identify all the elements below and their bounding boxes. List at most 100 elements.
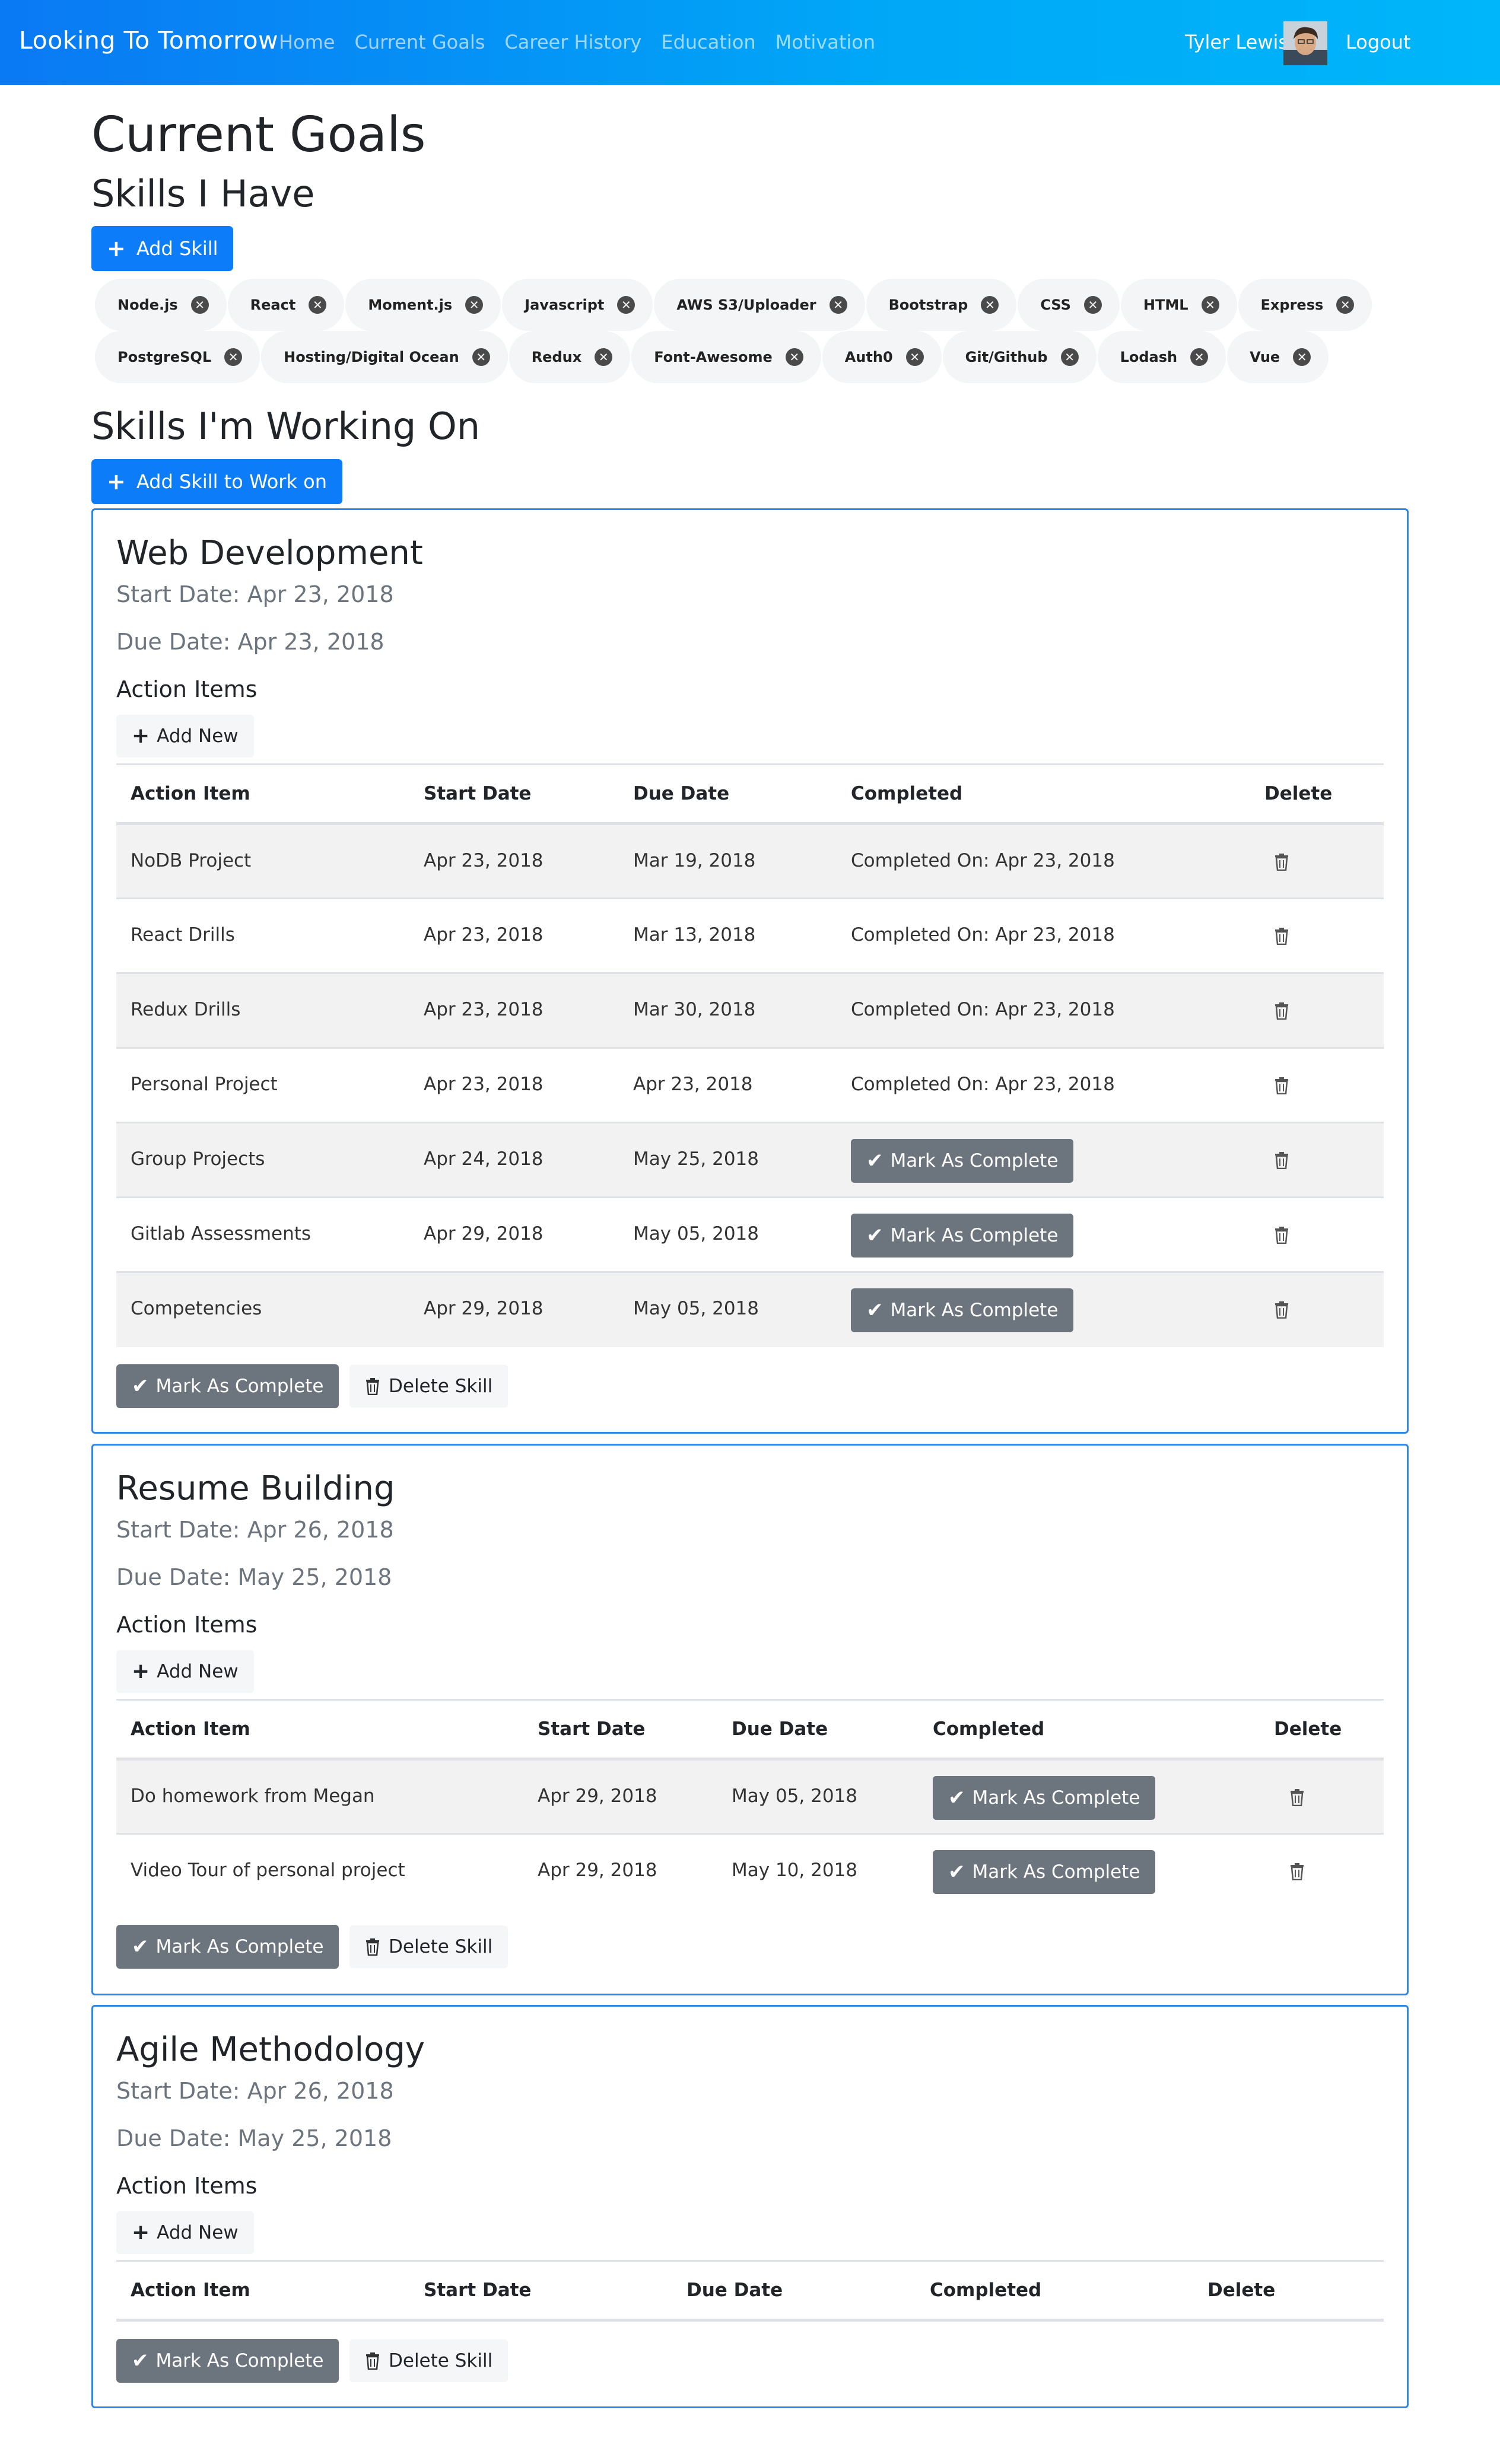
skills-have-heading: Skills I Have xyxy=(91,172,315,215)
mark-skill-complete-button[interactable]: ✔ Mark As Complete xyxy=(116,1925,339,1969)
trash-icon[interactable] xyxy=(1289,1863,1305,1880)
remove-skill-icon[interactable]: ✕ xyxy=(1336,296,1355,314)
skill-chip: Vue ✕ xyxy=(1227,331,1329,383)
remove-skill-icon[interactable]: ✕ xyxy=(981,296,999,314)
nav-link-home[interactable]: Home xyxy=(279,31,335,53)
trash-icon[interactable] xyxy=(1274,1077,1289,1094)
trash-icon[interactable] xyxy=(1274,927,1289,945)
skill-chip-label: AWS S3/Uploader xyxy=(676,297,816,313)
skill-chip-label: Font-Awesome xyxy=(654,349,773,365)
delete-cell xyxy=(1250,1271,1384,1347)
remove-skill-icon[interactable]: ✕ xyxy=(905,348,924,366)
remove-skill-icon[interactable]: ✕ xyxy=(1060,348,1079,366)
skill-start-date: Start Date: Apr 23, 2018 xyxy=(116,581,394,607)
skill-chip: CSS ✕ xyxy=(1018,279,1120,331)
remove-skill-icon[interactable]: ✕ xyxy=(595,348,613,366)
brand-logo-text[interactable]: Looking To Tomorrow xyxy=(19,26,278,55)
add-new-action-item-button[interactable]: + Add New xyxy=(116,2211,254,2254)
trash-icon[interactable] xyxy=(1274,1301,1289,1319)
nav-link-career-history[interactable]: Career History xyxy=(504,31,641,53)
mark-skill-complete-button[interactable]: ✔ Mark As Complete xyxy=(116,1364,339,1408)
skill-chip-label: HTML xyxy=(1143,297,1188,313)
delete-skill-button[interactable]: Delete Skill xyxy=(349,2339,509,2382)
skill-chip: Hosting/Digital Ocean ✕ xyxy=(261,331,508,383)
check-icon: ✔ xyxy=(948,1786,965,1810)
plus-icon: + xyxy=(132,2220,150,2245)
trash-icon[interactable] xyxy=(1274,853,1289,871)
check-icon: ✔ xyxy=(866,1298,884,1322)
remove-skill-icon[interactable]: ✕ xyxy=(224,348,243,366)
skills-working-heading: Skills I'm Working On xyxy=(91,405,481,448)
remove-skill-icon[interactable]: ✕ xyxy=(1190,348,1209,366)
add-new-action-item-button[interactable]: + Add New xyxy=(116,715,254,757)
remove-skill-icon[interactable]: ✕ xyxy=(1201,296,1219,314)
remove-skill-icon[interactable]: ✕ xyxy=(472,348,490,366)
action-item-start: Apr 29, 2018 xyxy=(409,1196,619,1272)
check-icon: ✔ xyxy=(132,1935,149,1959)
action-item-name: Redux Drills xyxy=(116,972,409,1048)
column-header-action-item: Action Item xyxy=(116,2260,409,2322)
delete-skill-button[interactable]: Delete Skill xyxy=(349,1365,509,1408)
user-avatar[interactable] xyxy=(1283,21,1327,65)
skill-card-agile-methodology: Agile Methodology Start Date: Apr 26, 20… xyxy=(91,2005,1409,2408)
action-items-table: Action Item Start Date Due Date Complete… xyxy=(116,763,1384,1347)
action-item-due: May 05, 2018 xyxy=(717,1758,919,1834)
delete-cell xyxy=(1250,972,1384,1048)
action-item-start: Apr 29, 2018 xyxy=(523,1833,717,1909)
remove-skill-icon[interactable]: ✕ xyxy=(1293,348,1311,366)
table-header-row: Action Item Start Date Due Date Complete… xyxy=(116,763,1384,825)
add-new-action-item-button[interactable]: + Add New xyxy=(116,1650,254,1693)
mark-item-complete-button[interactable]: ✔ Mark As Complete xyxy=(851,1288,1074,1332)
nav-link-education[interactable]: Education xyxy=(661,31,755,53)
action-item-completed: Completed On: Apr 23, 2018 xyxy=(837,897,1250,973)
trash-icon[interactable] xyxy=(1274,1226,1289,1244)
plus-icon: + xyxy=(132,724,150,748)
action-item-name: Competencies xyxy=(116,1271,409,1347)
trash-icon[interactable] xyxy=(1274,1151,1289,1169)
nav-link-motivation[interactable]: Motivation xyxy=(776,31,875,53)
remove-skill-icon[interactable]: ✕ xyxy=(829,296,847,314)
column-header-delete: Delete xyxy=(1260,1699,1384,1761)
mark-item-complete-button[interactable]: ✔ Mark As Complete xyxy=(933,1850,1156,1894)
column-header-action-item: Action Item xyxy=(116,1699,523,1761)
column-header-action-item: Action Item xyxy=(116,763,409,825)
action-item-due: May 05, 2018 xyxy=(619,1271,837,1347)
skill-chip: Bootstrap ✕ xyxy=(866,279,1017,331)
delete-skill-button[interactable]: Delete Skill xyxy=(349,1925,509,1968)
table-header-row: Action Item Start Date Due Date Complete… xyxy=(116,2260,1384,2322)
remove-skill-icon[interactable]: ✕ xyxy=(617,296,635,314)
user-name: Tyler Lewis xyxy=(1185,31,1289,53)
mark-item-complete-button[interactable]: ✔ Mark As Complete xyxy=(851,1214,1074,1258)
action-item-due: May 05, 2018 xyxy=(619,1196,837,1272)
add-skill-button[interactable]: + Add Skill xyxy=(91,226,234,271)
add-skill-label: Add Skill xyxy=(136,237,218,260)
action-item-completed: ✔ Mark As Complete xyxy=(837,1271,1250,1347)
action-item-completed: ✔ Mark As Complete xyxy=(837,1196,1250,1272)
trash-icon[interactable] xyxy=(1274,1002,1289,1020)
logout-link[interactable]: Logout xyxy=(1346,31,1411,53)
skill-chip-label: Lodash xyxy=(1120,349,1178,365)
remove-skill-icon[interactable]: ✕ xyxy=(309,296,327,314)
check-icon: ✔ xyxy=(866,1224,884,1247)
delete-cell xyxy=(1260,1833,1384,1909)
table-header-row: Action Item Start Date Due Date Complete… xyxy=(116,1699,1384,1761)
remove-skill-icon[interactable]: ✕ xyxy=(190,296,209,314)
skill-chip: Node.js ✕ xyxy=(95,279,227,331)
trash-icon[interactable] xyxy=(1289,1788,1305,1806)
add-skill-to-work-on-button[interactable]: + Add Skill to Work on xyxy=(91,459,343,504)
remove-skill-icon[interactable]: ✕ xyxy=(1083,296,1102,314)
mark-item-complete-button[interactable]: ✔ Mark As Complete xyxy=(933,1776,1156,1820)
mark-skill-complete-button[interactable]: ✔ Mark As Complete xyxy=(116,2339,339,2383)
table-row: React Drills Apr 23, 2018 Mar 13, 2018 C… xyxy=(116,897,1384,973)
skill-chip: Moment.js ✕ xyxy=(345,279,501,331)
mark-complete-label: Mark As Complete xyxy=(155,1936,324,1957)
nav-link-current-goals[interactable]: Current Goals xyxy=(355,31,485,53)
skill-due-date: Due Date: May 25, 2018 xyxy=(116,1564,392,1590)
skill-due-date: Due Date: May 25, 2018 xyxy=(116,2125,392,2151)
remove-skill-icon[interactable]: ✕ xyxy=(785,348,803,366)
action-items-heading: Action Items xyxy=(116,676,258,702)
mark-item-complete-button[interactable]: ✔ Mark As Complete xyxy=(851,1139,1074,1183)
skill-chip-label: Moment.js xyxy=(368,297,453,313)
remove-skill-icon[interactable]: ✕ xyxy=(465,296,484,314)
mark-complete-label: Mark As Complete xyxy=(890,1300,1059,1321)
